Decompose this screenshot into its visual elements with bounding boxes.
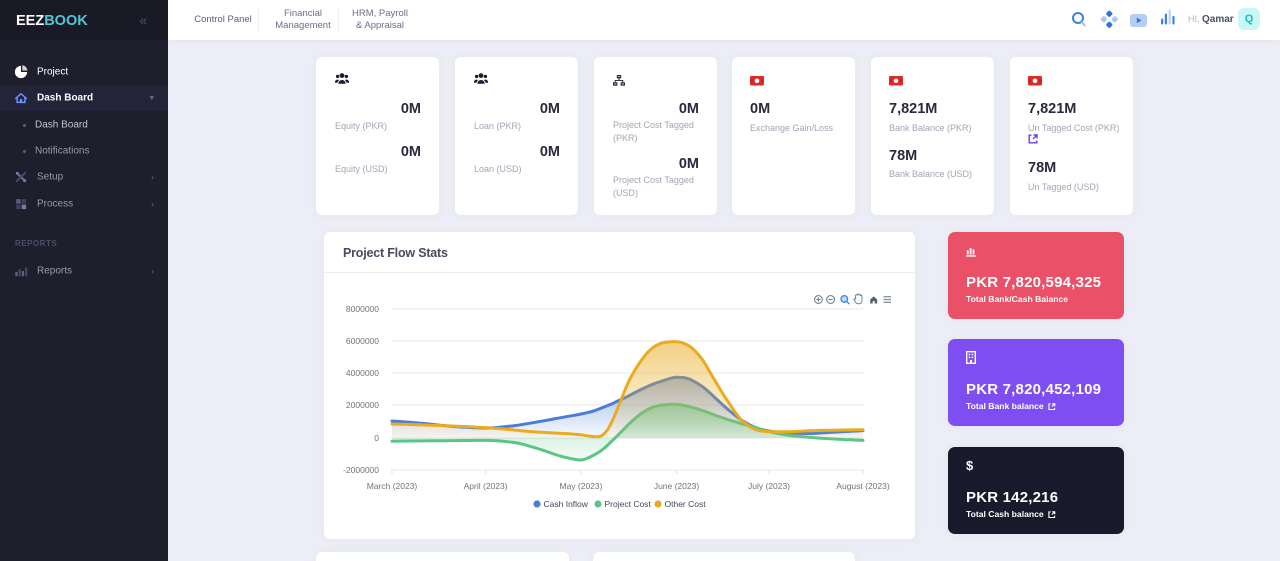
svg-text:Other Cost: Other Cost — [665, 499, 707, 509]
svg-text:8000000: 8000000 — [346, 304, 379, 314]
svg-text:August (2023): August (2023) — [836, 481, 890, 491]
svg-text:Cash Inflow: Cash Inflow — [544, 499, 589, 509]
svg-text:April (2023): April (2023) — [464, 481, 508, 491]
svg-text:May (2023): May (2023) — [560, 481, 603, 491]
svg-text:Project Cost: Project Cost — [605, 499, 652, 509]
svg-text:March (2023): March (2023) — [367, 481, 418, 491]
svg-text:0: 0 — [374, 433, 379, 443]
svg-text:July (2023): July (2023) — [748, 481, 790, 491]
svg-text:4000000: 4000000 — [346, 368, 379, 378]
svg-text:-2000000: -2000000 — [343, 465, 379, 475]
svg-text:June (2023): June (2023) — [654, 481, 700, 491]
svg-text:6000000: 6000000 — [346, 336, 379, 346]
svg-text:2000000: 2000000 — [346, 400, 379, 410]
